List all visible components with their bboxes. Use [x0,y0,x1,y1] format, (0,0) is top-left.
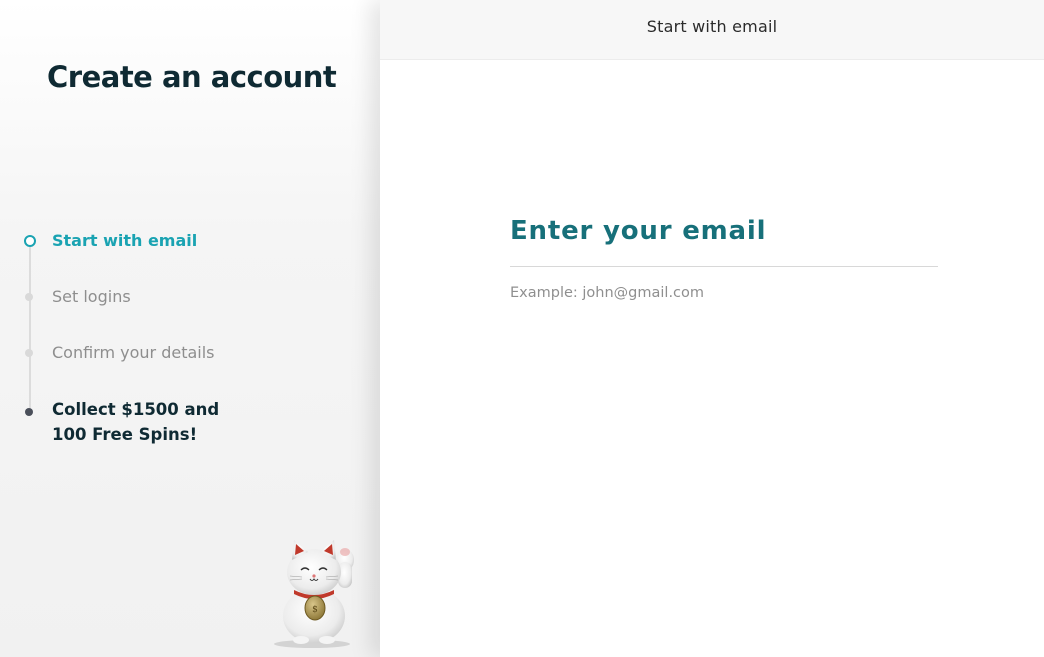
lucky-cat-icon: $ [274,540,354,648]
signup-page: Create an account Start with email Set l… [0,0,1044,657]
step-label: Collect $1500 and 100 Free Spins! [52,400,220,444]
step-final-indicator-icon [25,408,33,416]
step-indicator-icon [25,293,33,301]
step-label: Start with email [52,231,198,250]
step-active-indicator-icon [24,235,36,247]
step-label: Set logins [52,287,131,306]
panel-header: Start with email [380,0,1044,60]
step-label: Confirm your details [52,343,215,362]
step-indicator-icon [25,349,33,357]
panel-header-title: Start with email [646,17,778,36]
main-panel: Start with email Enter your email Exampl… [380,0,1044,657]
sidebar: Create an account Start with email Set l… [0,0,380,657]
progress-line [29,246,31,408]
svg-text:$: $ [312,605,318,615]
email-field[interactable] [510,238,938,267]
email-hint: Example: john@gmail.com [510,285,705,301]
